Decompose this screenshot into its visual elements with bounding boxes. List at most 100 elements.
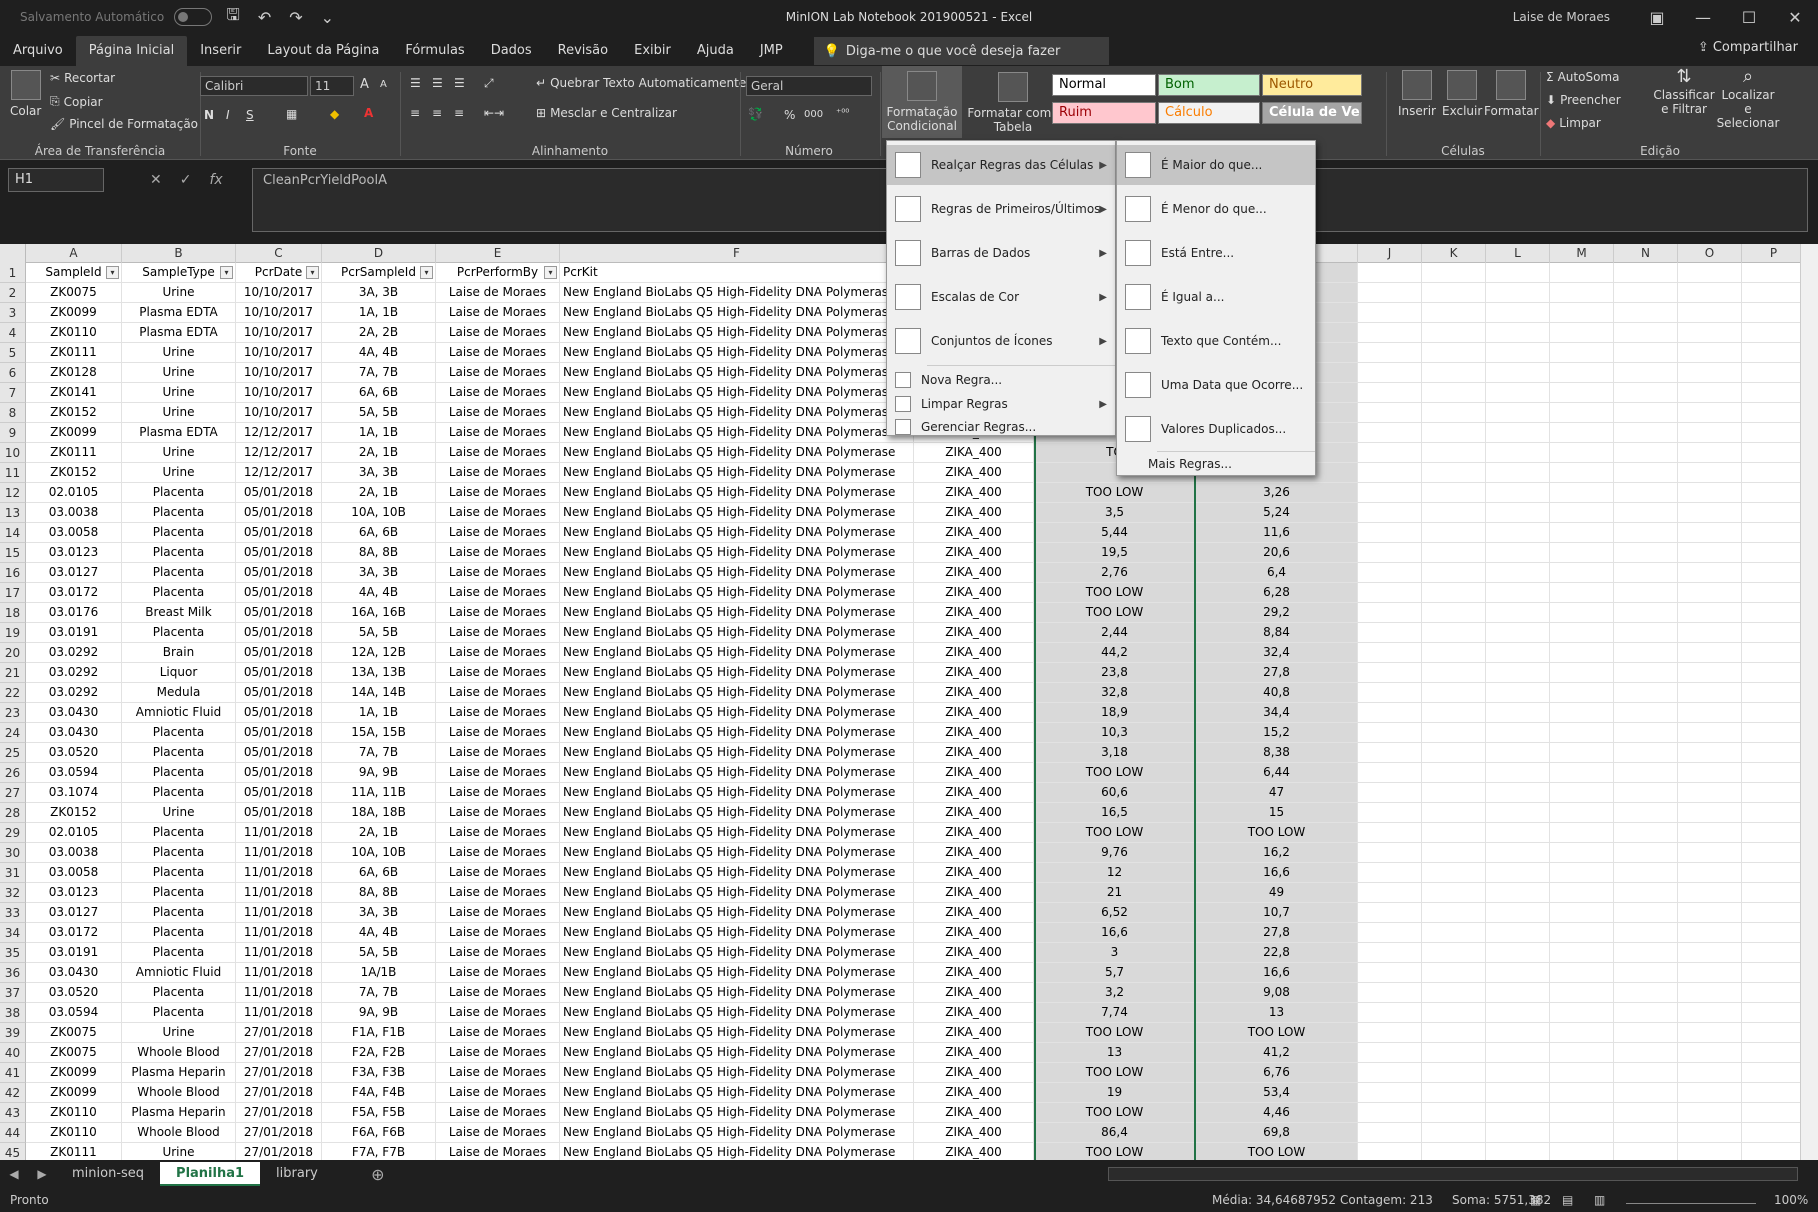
table-cell[interactable]: 03.0123 [26, 883, 122, 902]
table-cell[interactable]: 12/12/2017 [236, 443, 322, 462]
table-cell[interactable]: TOO LOW [1034, 823, 1196, 842]
table-cell[interactable] [1486, 603, 1550, 622]
table-cell[interactable]: ZIKA_400 [914, 923, 1034, 942]
table-cell[interactable]: 69,8 [1196, 1123, 1358, 1142]
table-cell[interactable]: 44,2 [1034, 643, 1196, 662]
cut-button[interactable]: ✂ Recortar [50, 71, 115, 85]
font-name-select[interactable]: Calibri [200, 76, 308, 96]
table-cell[interactable] [1678, 923, 1742, 942]
table-cell[interactable] [1358, 763, 1422, 782]
table-cell[interactable]: TOO LOW [1034, 763, 1196, 782]
row-header[interactable]: 18 [0, 603, 26, 623]
table-cell[interactable]: Laise de Moraes [436, 683, 560, 702]
table-cell[interactable] [1358, 303, 1422, 322]
table-cell[interactable] [1614, 443, 1678, 462]
table-cell[interactable] [1358, 1103, 1422, 1122]
table-cell[interactable] [1486, 1003, 1550, 1022]
header-cell[interactable]: PcrKit▾ [560, 263, 914, 282]
thousands-button[interactable]: 000 [804, 109, 823, 120]
table-cell[interactable] [1742, 623, 1806, 642]
table-cell[interactable] [1422, 383, 1486, 402]
table-cell[interactable] [1422, 303, 1486, 322]
table-cell[interactable] [1614, 963, 1678, 982]
table-cell[interactable]: Laise de Moraes [436, 1083, 560, 1102]
table-cell[interactable]: Laise de Moraes [436, 923, 560, 942]
align-right-icon[interactable]: ≡ [454, 106, 464, 120]
table-cell[interactable]: New England BioLabs Q5 High-Fidelity DNA… [560, 743, 914, 762]
table-cell[interactable]: Placenta [122, 843, 236, 862]
tab-exibir[interactable]: Exibir [621, 36, 684, 66]
filter-dropdown-icon[interactable]: ▾ [106, 266, 119, 279]
align-center-icon[interactable]: ≡ [432, 106, 442, 120]
table-cell[interactable] [1422, 403, 1486, 422]
table-cell[interactable]: New England BioLabs Q5 High-Fidelity DNA… [560, 923, 914, 942]
table-cell[interactable]: ZK0075 [26, 283, 122, 302]
table-cell[interactable]: 2A, 1B [322, 483, 436, 502]
table-cell[interactable]: Amniotic Fluid [122, 703, 236, 722]
menu-item-data-bars[interactable]: Barras de Dados ▶ [887, 233, 1115, 273]
align-middle-icon[interactable]: ☰ [432, 76, 443, 90]
table-cell[interactable]: 27/01/2018 [236, 1043, 322, 1062]
table-cell[interactable] [1742, 1023, 1806, 1042]
table-cell[interactable]: 3,26 [1196, 483, 1358, 502]
table-cell[interactable]: F2A, F2B [322, 1043, 436, 1062]
table-cell[interactable] [1678, 563, 1742, 582]
table-cell[interactable]: Urine [122, 283, 236, 302]
table-cell[interactable] [1422, 463, 1486, 482]
table-cell[interactable] [1486, 1083, 1550, 1102]
table-cell[interactable]: 10/10/2017 [236, 323, 322, 342]
table-cell[interactable]: 05/01/2018 [236, 503, 322, 522]
table-cell[interactable]: Laise de Moraes [436, 343, 560, 362]
table-cell[interactable] [1614, 323, 1678, 342]
table-cell[interactable] [1614, 643, 1678, 662]
menu-item-new-rule[interactable]: Nova Regra... [887, 369, 1115, 391]
submenu-item-equal-to[interactable]: É Igual a... [1117, 277, 1315, 317]
table-cell[interactable] [1678, 1043, 1742, 1062]
table-cell[interactable] [1742, 663, 1806, 682]
table-cell[interactable] [1678, 723, 1742, 742]
table-cell[interactable]: 8A, 8B [322, 543, 436, 562]
table-cell[interactable]: 05/01/2018 [236, 803, 322, 822]
table-cell[interactable] [1422, 783, 1486, 802]
table-cell[interactable]: Laise de Moraes [436, 963, 560, 982]
fill-color-icon[interactable]: ◆ [330, 107, 339, 121]
table-cell[interactable] [1550, 363, 1614, 382]
orientation-icon[interactable]: ⤢ [484, 76, 494, 91]
table-cell[interactable] [1614, 383, 1678, 402]
table-cell[interactable]: TOO LOW [1034, 1143, 1196, 1160]
table-cell[interactable] [1614, 543, 1678, 562]
table-cell[interactable] [1422, 603, 1486, 622]
table-cell[interactable] [1486, 583, 1550, 602]
table-cell[interactable] [1614, 663, 1678, 682]
table-cell[interactable]: 3A, 3B [322, 463, 436, 482]
header-cell[interactable] [1486, 263, 1550, 282]
table-cell[interactable]: ZIKA_400 [914, 463, 1034, 482]
table-cell[interactable] [1358, 543, 1422, 562]
cancel-icon[interactable]: ✕ [150, 172, 162, 188]
table-cell[interactable] [1550, 343, 1614, 362]
table-cell[interactable] [1550, 643, 1614, 662]
table-cell[interactable] [1614, 1023, 1678, 1042]
table-cell[interactable]: 60,6 [1034, 783, 1196, 802]
table-cell[interactable]: 22,8 [1196, 943, 1358, 962]
table-cell[interactable]: 27/01/2018 [236, 1083, 322, 1102]
vertical-scrollbar[interactable] [1800, 244, 1818, 1160]
find-select-button[interactable]: ⌕ Localizar e Selecionar [1717, 68, 1780, 131]
table-cell[interactable]: ZK0128 [26, 363, 122, 382]
table-cell[interactable]: Laise de Moraes [436, 1003, 560, 1022]
table-cell[interactable]: New England BioLabs Q5 High-Fidelity DNA… [560, 1043, 914, 1062]
table-cell[interactable] [1358, 1043, 1422, 1062]
table-cell[interactable]: 27/01/2018 [236, 1143, 322, 1160]
tab-jmp[interactable]: JMP [747, 36, 796, 66]
table-cell[interactable]: 03.0038 [26, 843, 122, 862]
table-cell[interactable] [1422, 1043, 1486, 1062]
table-cell[interactable]: 34,4 [1196, 703, 1358, 722]
table-cell[interactable]: New England BioLabs Q5 High-Fidelity DNA… [560, 583, 914, 602]
row-header[interactable]: 39 [0, 1023, 26, 1043]
table-cell[interactable] [1742, 763, 1806, 782]
table-cell[interactable]: New England BioLabs Q5 High-Fidelity DNA… [560, 1103, 914, 1122]
table-cell[interactable]: 3,2 [1034, 983, 1196, 1002]
tab-pagina-inicial[interactable]: Página Inicial [75, 36, 188, 66]
table-cell[interactable] [1678, 323, 1742, 342]
horizontal-scrollbar[interactable] [1108, 1167, 1798, 1181]
